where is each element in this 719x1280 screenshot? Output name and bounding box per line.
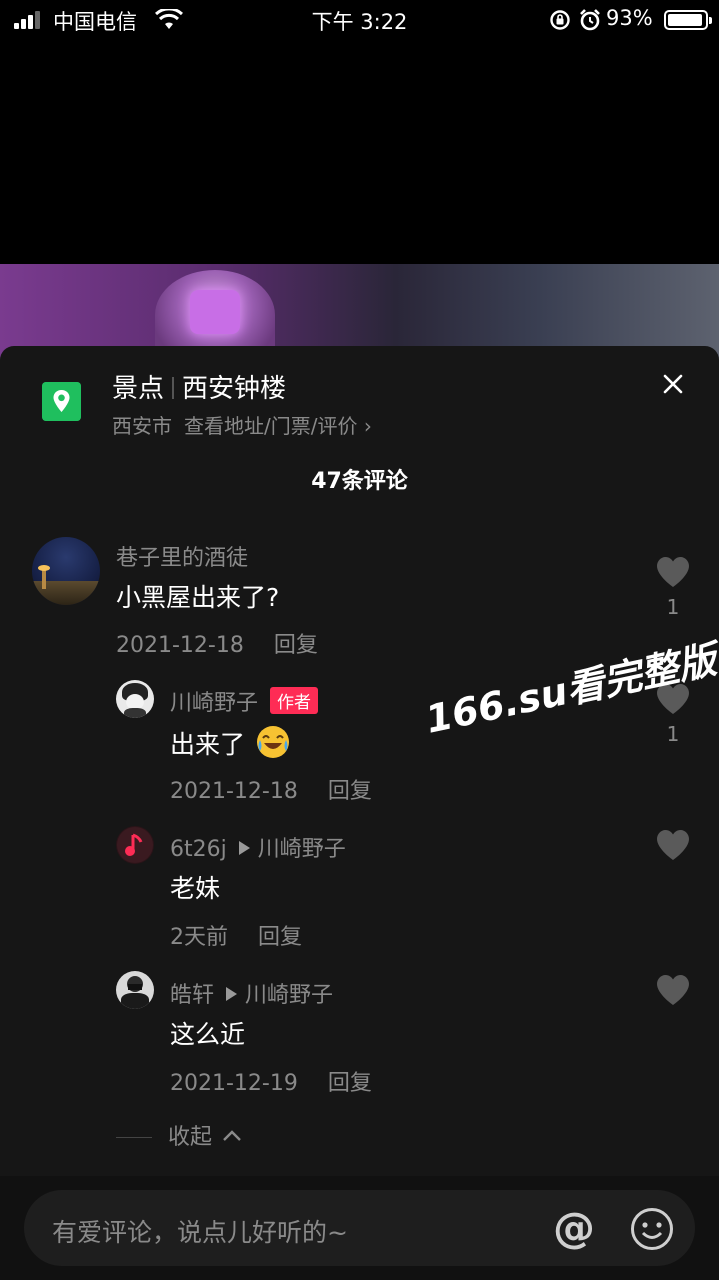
location-city: 西安市 [112, 414, 172, 438]
username-text: 川崎野子 [170, 691, 259, 716]
author-badge: 作者 [270, 687, 319, 714]
avatar[interactable] [116, 826, 154, 864]
comment-meta: 2021-12-18 回复 [170, 773, 372, 805]
username-text: 皓轩 [170, 983, 215, 1008]
username-text: 6t26j [170, 837, 227, 862]
comment-username[interactable]: 川崎野子 作者 [170, 685, 319, 717]
emoji-icon[interactable] [630, 1207, 674, 1251]
location-name: 西安钟楼 [182, 374, 287, 404]
alarm-icon [580, 9, 600, 31]
location-title[interactable]: 景点 西安钟楼 [112, 368, 286, 405]
location-pin-icon[interactable] [42, 382, 81, 421]
like-heart-icon[interactable] [655, 556, 691, 588]
divider [116, 1137, 152, 1138]
collapse-label: 收起 [168, 1125, 213, 1150]
like-count: 1 [666, 595, 680, 619]
like-heart-icon[interactable] [655, 829, 691, 861]
comment-meta: 2天前 回复 [170, 919, 302, 951]
reply-button[interactable]: 回复 [274, 633, 318, 658]
comment-input-placeholder[interactable]: 有爱评论，说点儿好听的~ [52, 1213, 348, 1249]
comment-date: 2021-12-18 [170, 779, 298, 804]
rotation-lock-icon [550, 10, 570, 30]
chevron-up-icon [223, 1130, 241, 1141]
like-count: 1 [666, 722, 680, 746]
reply-to-name[interactable]: 川崎野子 [258, 837, 346, 862]
comment-text-content: 出来了 [170, 730, 246, 759]
comment-date: 2021-12-18 [116, 633, 244, 658]
collapse-replies-button[interactable]: 收起 [116, 1119, 243, 1151]
location-link[interactable]: 查看地址/门票/评价 › [184, 414, 372, 438]
comment-username[interactable]: 皓轩 川崎野子 [170, 977, 333, 1009]
comment-meta: 2021-12-19 回复 [170, 1065, 372, 1097]
comment-username[interactable]: 巷子里的酒徒 [116, 540, 248, 572]
status-bar: 中国电信 下午 3:22 93% [0, 0, 719, 40]
avatar[interactable] [116, 680, 154, 718]
comment-username[interactable]: 6t26j 川崎野子 [170, 831, 346, 863]
comment-date: 2天前 [170, 925, 228, 950]
reply-arrow-icon [238, 841, 250, 855]
location-category: 景点 [112, 374, 165, 404]
comment-text[interactable]: 老妹 [170, 869, 220, 905]
reply-button[interactable]: 回复 [258, 925, 302, 950]
close-icon[interactable] [660, 371, 686, 397]
mention-at-icon[interactable]: @ [553, 1203, 595, 1252]
avatar[interactable] [116, 971, 154, 1009]
comment-text[interactable]: 出来了 [170, 724, 291, 761]
location-subtitle[interactable]: 西安市 查看地址/门票/评价 › [112, 410, 372, 439]
reply-arrow-icon [226, 987, 238, 1001]
comment-text[interactable]: 这么近 [170, 1015, 245, 1051]
comment-meta: 2021-12-18 回复 [116, 627, 318, 659]
video-glow [190, 290, 240, 334]
battery-percent: 93% [606, 6, 653, 30]
reply-to-name[interactable]: 川崎野子 [245, 983, 333, 1008]
reply-button[interactable]: 回复 [328, 779, 372, 804]
battery-icon [664, 10, 712, 30]
comment-text[interactable]: 小黑屋出来了? [116, 578, 279, 614]
like-heart-icon[interactable] [655, 974, 691, 1006]
reply-button[interactable]: 回复 [328, 1071, 372, 1096]
crying-laughing-emoji-icon [256, 726, 289, 758]
comment-date: 2021-12-19 [170, 1071, 298, 1096]
music-note-icon [117, 827, 153, 863]
avatar[interactable] [32, 537, 100, 605]
comments-count: 47条评论 [311, 469, 408, 494]
